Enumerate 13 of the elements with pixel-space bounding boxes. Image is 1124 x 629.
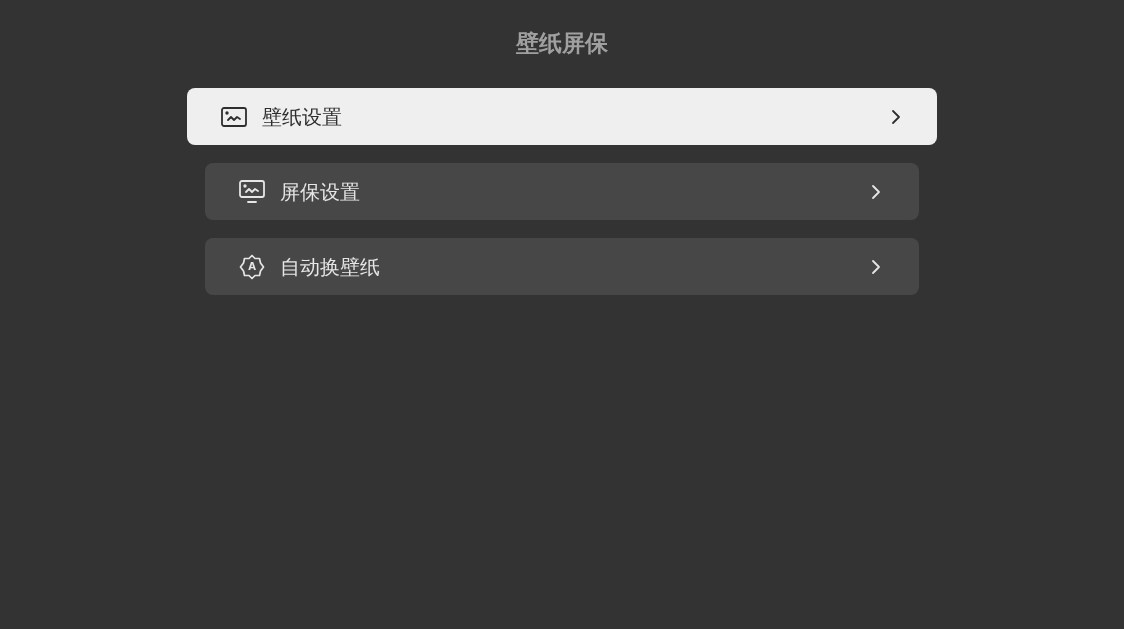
page-title: 壁纸屏保 (516, 29, 608, 58)
chevron-right-icon (891, 108, 901, 125)
chevron-right-icon (871, 183, 881, 200)
item-label: 屏保设置 (280, 178, 360, 206)
badge-icon: A (239, 253, 265, 280)
item-label: 自动换壁纸 (280, 253, 380, 281)
picture-icon (221, 106, 247, 127)
menu-item[interactable]: 壁纸设置 (187, 88, 937, 145)
monitor-icon (239, 179, 265, 204)
menu-item[interactable]: A 自动换壁纸 (205, 238, 919, 295)
item-label: 壁纸设置 (262, 103, 342, 131)
menu-item[interactable]: 屏保设置 (205, 163, 919, 220)
chevron-right-icon (871, 258, 881, 275)
